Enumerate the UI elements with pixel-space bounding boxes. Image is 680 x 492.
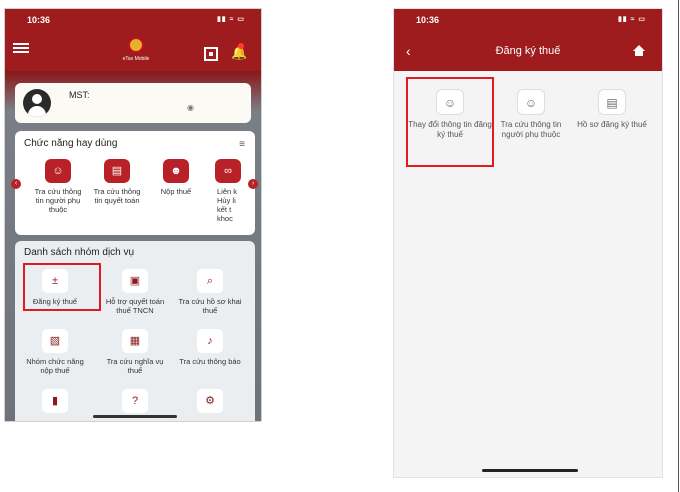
- frequent-item-settlement[interactable]: ▤ Tra cứu thông tin quyết toán: [89, 159, 145, 205]
- qr-scan-icon[interactable]: [204, 47, 218, 61]
- service-item-label: Nhóm chức năng nộp thuế: [26, 357, 84, 375]
- home-indicator: [93, 415, 177, 418]
- status-bar: 10:36 ▮▮ ≈ ▭: [394, 9, 662, 31]
- page-title: Đăng ký thuế: [495, 45, 561, 57]
- status-time: 10:36: [27, 15, 51, 25]
- page-divider-line: [678, 0, 679, 492]
- frequent-item-label: Nộp thuế: [160, 187, 192, 196]
- service-item-pay-group[interactable]: ▧ Nhóm chức năng nộp thuế: [20, 329, 90, 375]
- user-search-icon: ☺: [45, 159, 71, 183]
- document-icon: ▤: [598, 89, 626, 115]
- menu-icon[interactable]: [13, 43, 29, 53]
- search-file-icon: ⌕: [197, 269, 223, 293]
- highlight-box-change-registration: [406, 77, 494, 167]
- item-search-dependents[interactable]: ☺ Tra cứu thông tin người phụ thuộc: [489, 89, 573, 140]
- emblem-icon: [128, 37, 144, 53]
- help-icon: ?: [122, 389, 148, 413]
- book-icon: ▮: [42, 389, 68, 413]
- app-header: 10:36 ▮▮ ≈ ▭ ‹ Đăng ký thuế: [394, 9, 662, 71]
- left-phone-screenshot: 10:36 ▮▮ ≈ ▭ eTax Mobile 🔔 MST: ◉ Chức n…: [4, 8, 262, 422]
- right-phone-screenshot: 10:36 ▮▮ ≈ ▭ ‹ Đăng ký thuế ☺ Thay đổi t…: [393, 8, 663, 478]
- customize-icon[interactable]: ≡: [239, 139, 245, 150]
- frequent-item-link[interactable]: ∞ Liên k Hủy li kết t khoc: [207, 159, 247, 223]
- avatar: [23, 89, 51, 117]
- frequent-functions-card: Chức năng hay dùng ≡ ‹ ☺ Tra cứu thông t…: [11, 131, 258, 235]
- obligation-icon: ▦: [122, 329, 148, 353]
- item-label: Hồ sơ đăng ký thuế: [577, 120, 647, 129]
- service-item-tax-settlement[interactable]: ▣ Hỗ trợ quyết toán thuế TNCN: [100, 269, 170, 315]
- app-brand: eTax Mobile: [122, 56, 150, 62]
- frequent-item-label: Tra cứu thông tin người phụ thuộc: [34, 187, 82, 214]
- status-bar: 10:36 ▮▮ ≈ ▭: [5, 9, 261, 31]
- status-icons: ▮▮ ≈ ▭: [216, 16, 245, 23]
- user-card[interactable]: MST: ◉: [15, 83, 251, 123]
- frequent-functions-title: Chức năng hay dùng: [24, 138, 118, 149]
- document-search-icon: ▤: [104, 159, 130, 183]
- settings-icon: ⚙: [197, 389, 223, 413]
- frequent-item-dependents[interactable]: ☺ Tra cứu thông tin người phụ thuộc: [30, 159, 86, 214]
- notification-icon: ♪: [197, 329, 223, 353]
- tax-settlement-icon: ▣: [122, 269, 148, 293]
- notification-bell-icon[interactable]: 🔔: [231, 43, 247, 60]
- scroll-left-icon[interactable]: ‹: [11, 179, 21, 189]
- home-indicator: [482, 469, 578, 472]
- item-registration-files[interactable]: ▤ Hồ sơ đăng ký thuế: [570, 89, 654, 130]
- status-icons: ▮▮ ≈ ▭: [617, 16, 646, 23]
- service-item-label: Tra cứu hồ sơ khai thuế: [178, 297, 242, 315]
- home-icon[interactable]: [632, 45, 646, 57]
- service-item-label: Hỗ trợ quyết toán thuế TNCN: [105, 297, 165, 315]
- pay-group-icon: ▧: [42, 329, 68, 353]
- service-item-notification[interactable]: ♪ Tra cứu thông báo: [175, 329, 245, 366]
- service-item-obligation[interactable]: ▦ Tra cứu nghĩa vụ thuế: [100, 329, 170, 375]
- notification-dot: [238, 43, 244, 49]
- app-header: 10:36 ▮▮ ≈ ▭ eTax Mobile 🔔: [5, 9, 261, 71]
- frequent-item-pay-tax[interactable]: ☻ Nộp thuế: [148, 159, 204, 196]
- frequent-item-label: Tra cứu thông tin quyết toán: [93, 187, 141, 205]
- pay-tax-icon: ☻: [163, 159, 189, 183]
- frequent-item-label: Liên k Hủy li kết t khoc: [217, 187, 238, 223]
- service-item-label: Tra cứu thông báo: [179, 357, 241, 366]
- app-logo: eTax Mobile: [117, 37, 155, 62]
- highlight-box-register-tax: [23, 263, 101, 311]
- toggle-visibility-icon[interactable]: ◉: [187, 103, 194, 112]
- scroll-right-icon[interactable]: ›: [248, 179, 258, 189]
- service-item-search-file[interactable]: ⌕ Tra cứu hồ sơ khai thuế: [175, 269, 245, 315]
- link-icon: ∞: [215, 159, 241, 183]
- service-groups-title: Danh sách nhóm dịch vụ: [24, 247, 135, 258]
- service-item-label: Tra cứu nghĩa vụ thuế: [106, 357, 164, 375]
- service-item-settings[interactable]: ⚙: [175, 389, 245, 413]
- item-label: Tra cứu thông tin người phụ thuộc: [500, 120, 562, 139]
- status-time: 10:36: [416, 15, 440, 25]
- mst-label: MST:: [69, 90, 90, 100]
- service-item-help[interactable]: ?: [100, 389, 170, 413]
- search-user-icon: ☺: [517, 89, 545, 115]
- service-item-book[interactable]: ▮: [20, 389, 90, 413]
